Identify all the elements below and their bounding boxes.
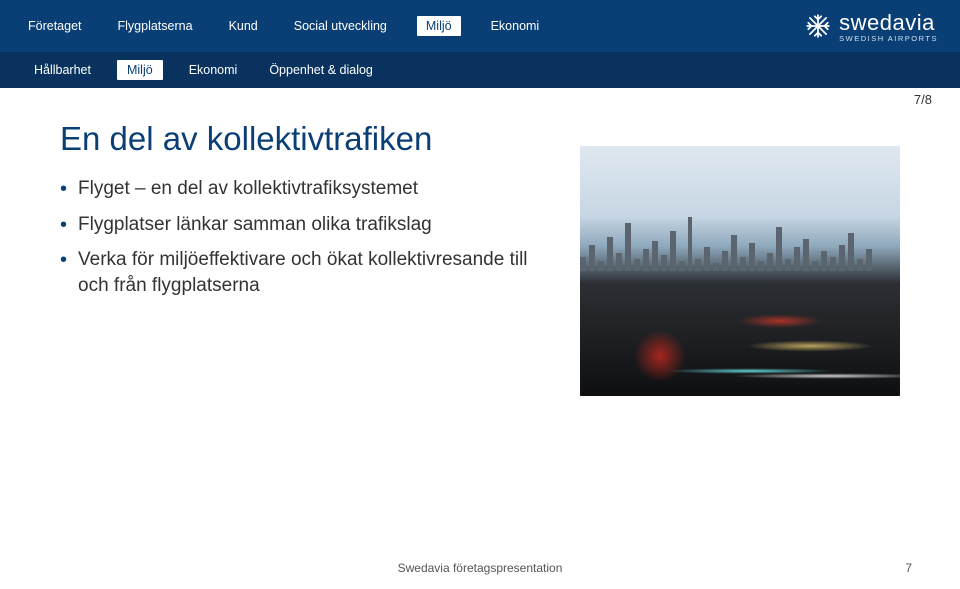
logo-sub: SWEDISH AIRPORTS (839, 34, 938, 43)
hero-image (580, 146, 900, 396)
page-counter: 7/8 (914, 92, 932, 107)
bullet-item: Flyget – en del av kollektivtrafiksystem… (60, 176, 540, 202)
nav-item-flygplatserna[interactable]: Flygplatserna (112, 16, 199, 36)
logo-text: swedavia SWEDISH AIRPORTS (839, 10, 938, 43)
bullet-list: Flyget – en del av kollektivtrafiksystem… (60, 176, 540, 299)
nav-primary: Företaget Flygplatserna Kund Social utve… (22, 16, 545, 36)
nav-item-social-utveckling[interactable]: Social utveckling (288, 16, 393, 36)
page-title: En del av kollektivtrafiken (60, 120, 540, 158)
bullet-item: Verka för miljöeffektivare och ökat koll… (60, 247, 540, 298)
text-column: En del av kollektivtrafiken Flyget – en … (60, 110, 540, 396)
subnav-item-oppenhet-dialog[interactable]: Öppenhet & dialog (263, 60, 379, 80)
nav-item-miljo[interactable]: Miljö (417, 16, 461, 36)
footer-page-number: 7 (905, 561, 912, 575)
brand-logo: swedavia SWEDISH AIRPORTS (805, 10, 938, 43)
subnav-item-ekonomi[interactable]: Ekonomi (183, 60, 244, 80)
topbar: Företaget Flygplatserna Kund Social utve… (0, 0, 960, 52)
footer-text: Swedavia företagspresentation (398, 561, 563, 575)
nav-item-foretaget[interactable]: Företaget (22, 16, 88, 36)
nav-item-kund[interactable]: Kund (223, 16, 264, 36)
footer: Swedavia företagspresentation 7 (0, 561, 960, 575)
snowflake-icon (805, 13, 831, 39)
content: En del av kollektivtrafiken Flyget – en … (0, 88, 960, 396)
subbar: Hållbarhet Miljö Ekonomi Öppenhet & dial… (0, 52, 960, 88)
bullet-item: Flygplatser länkar samman olika trafiksl… (60, 212, 540, 238)
nav-item-ekonomi[interactable]: Ekonomi (485, 16, 546, 36)
slide: Företaget Flygplatserna Kund Social utve… (0, 0, 960, 589)
skyline-decoration (580, 216, 900, 271)
subnav-item-miljo[interactable]: Miljö (117, 60, 163, 80)
subnav-item-hallbarhet[interactable]: Hållbarhet (28, 60, 97, 80)
logo-word: swedavia (839, 10, 935, 35)
